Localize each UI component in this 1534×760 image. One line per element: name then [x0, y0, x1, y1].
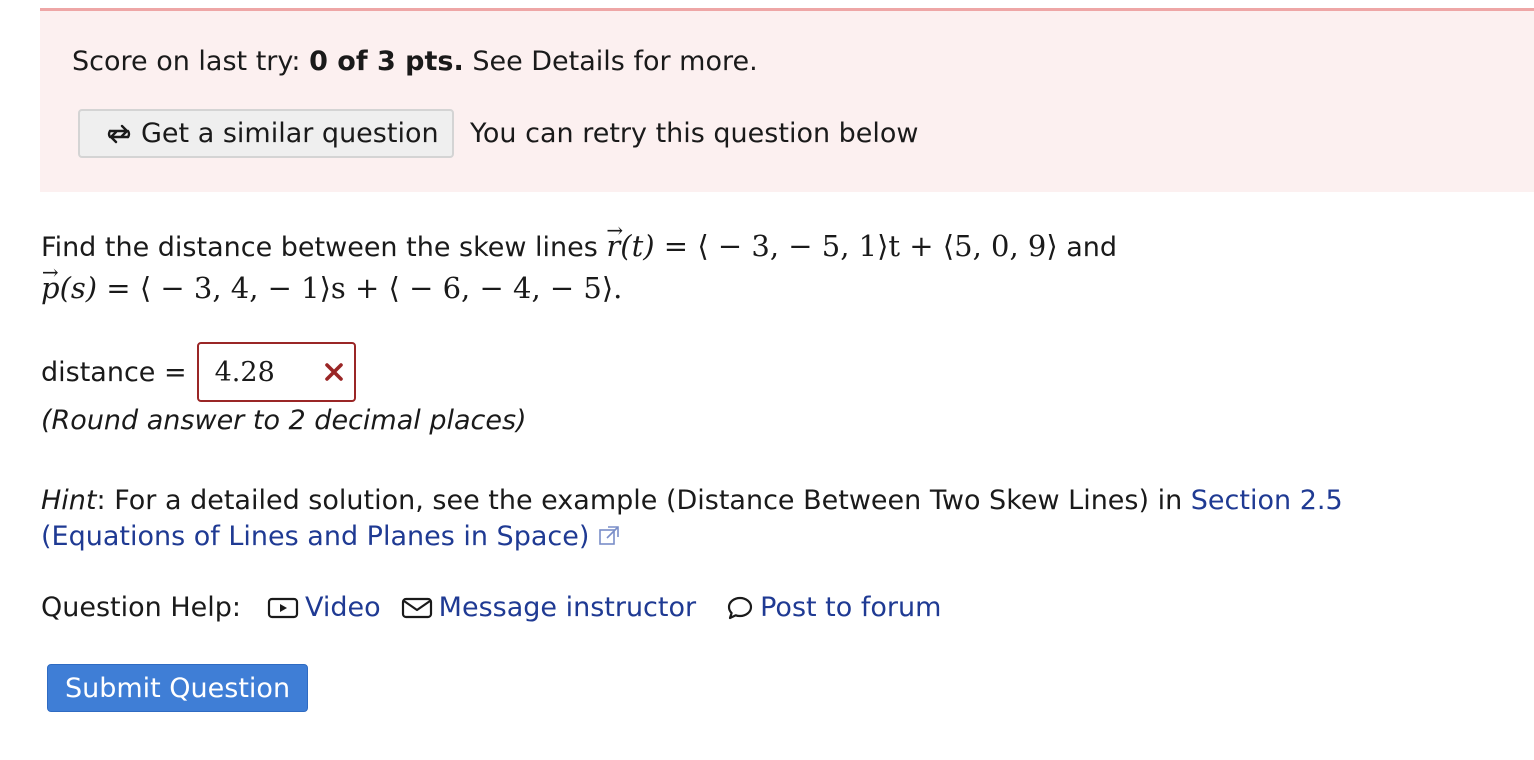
p-parameter: (s)	[59, 271, 98, 305]
question-help-label: Question Help:	[41, 592, 241, 623]
question-line-2: p(s) = ⟨ − 3, 4, − 1⟩s + ⟨ − 6, − 4, − 5…	[41, 252, 1117, 310]
play-video-icon	[267, 597, 299, 618]
question-intro: Find the distance between the skew lines	[41, 232, 607, 263]
post-to-forum-label: Post to forum	[760, 592, 942, 623]
score-banner: Score on last try: 0 of 3 pts. See Detai…	[40, 8, 1534, 192]
post-to-forum-link[interactable]: Post to forum	[726, 592, 941, 623]
round-note: (Round answer to 2 decimal places)	[41, 405, 527, 436]
r-equation: r(t) = ⟨ − 3, − 5, 1⟩t + ⟨5, 0, 9⟩	[606, 210, 1058, 266]
retry-message: You can retry this question below	[470, 118, 919, 149]
score-prefix: Score on last try:	[72, 46, 310, 77]
score-line: Score on last try: 0 of 3 pts. See Detai…	[72, 46, 758, 78]
question-line-1: Find the distance between the skew lines…	[41, 210, 1118, 268]
video-link-label: Video	[305, 592, 381, 623]
score-value: 0 of 3 pts.	[309, 46, 464, 77]
hint: Hint: For a detailed solution, see the e…	[41, 483, 1461, 555]
envelope-icon	[401, 597, 432, 618]
get-similar-question-button[interactable]: Get a similar question	[78, 109, 454, 158]
hint-text: : For a detailed solution, see the examp…	[96, 485, 1191, 516]
score-suffix: See Details for more.	[463, 46, 758, 77]
message-instructor-label: Message instructor	[438, 592, 697, 623]
submit-question-button[interactable]: Submit Question	[47, 664, 308, 712]
p-equation: p(s) = ⟨ − 3, 4, − 1⟩s + ⟨ − 6, − 4, − 5…	[41, 252, 623, 308]
hint-label: Hint	[41, 485, 97, 516]
distance-answer-box	[196, 342, 356, 402]
video-link[interactable]: Video	[267, 592, 381, 623]
question-help: Question Help: Video Message instructor …	[41, 592, 961, 623]
incorrect-x-icon	[324, 363, 343, 381]
r-vector-name: r	[606, 210, 620, 266]
external-link-icon	[599, 526, 619, 545]
retry-icon	[107, 124, 131, 143]
answer-row: distance =	[41, 342, 356, 402]
message-instructor-link[interactable]: Message instructor	[401, 592, 696, 623]
r-parameter: (t)	[620, 229, 655, 263]
question-text: Find the distance between the skew lines…	[41, 210, 1118, 310]
r-expression: = ⟨ − 3, − 5, 1⟩t + ⟨5, 0, 9⟩	[654, 229, 1058, 263]
get-similar-question-label: Get a similar question	[141, 118, 439, 149]
distance-label: distance =	[41, 356, 187, 388]
p-vector-name: p	[41, 252, 60, 308]
p-expression: = ⟨ − 3, 4, − 1⟩s + ⟨ − 6, − 4, − 5⟩.	[97, 271, 623, 305]
distance-input[interactable]	[204, 350, 315, 394]
question-and: and	[1057, 232, 1118, 263]
speech-bubble-icon	[728, 596, 753, 619]
